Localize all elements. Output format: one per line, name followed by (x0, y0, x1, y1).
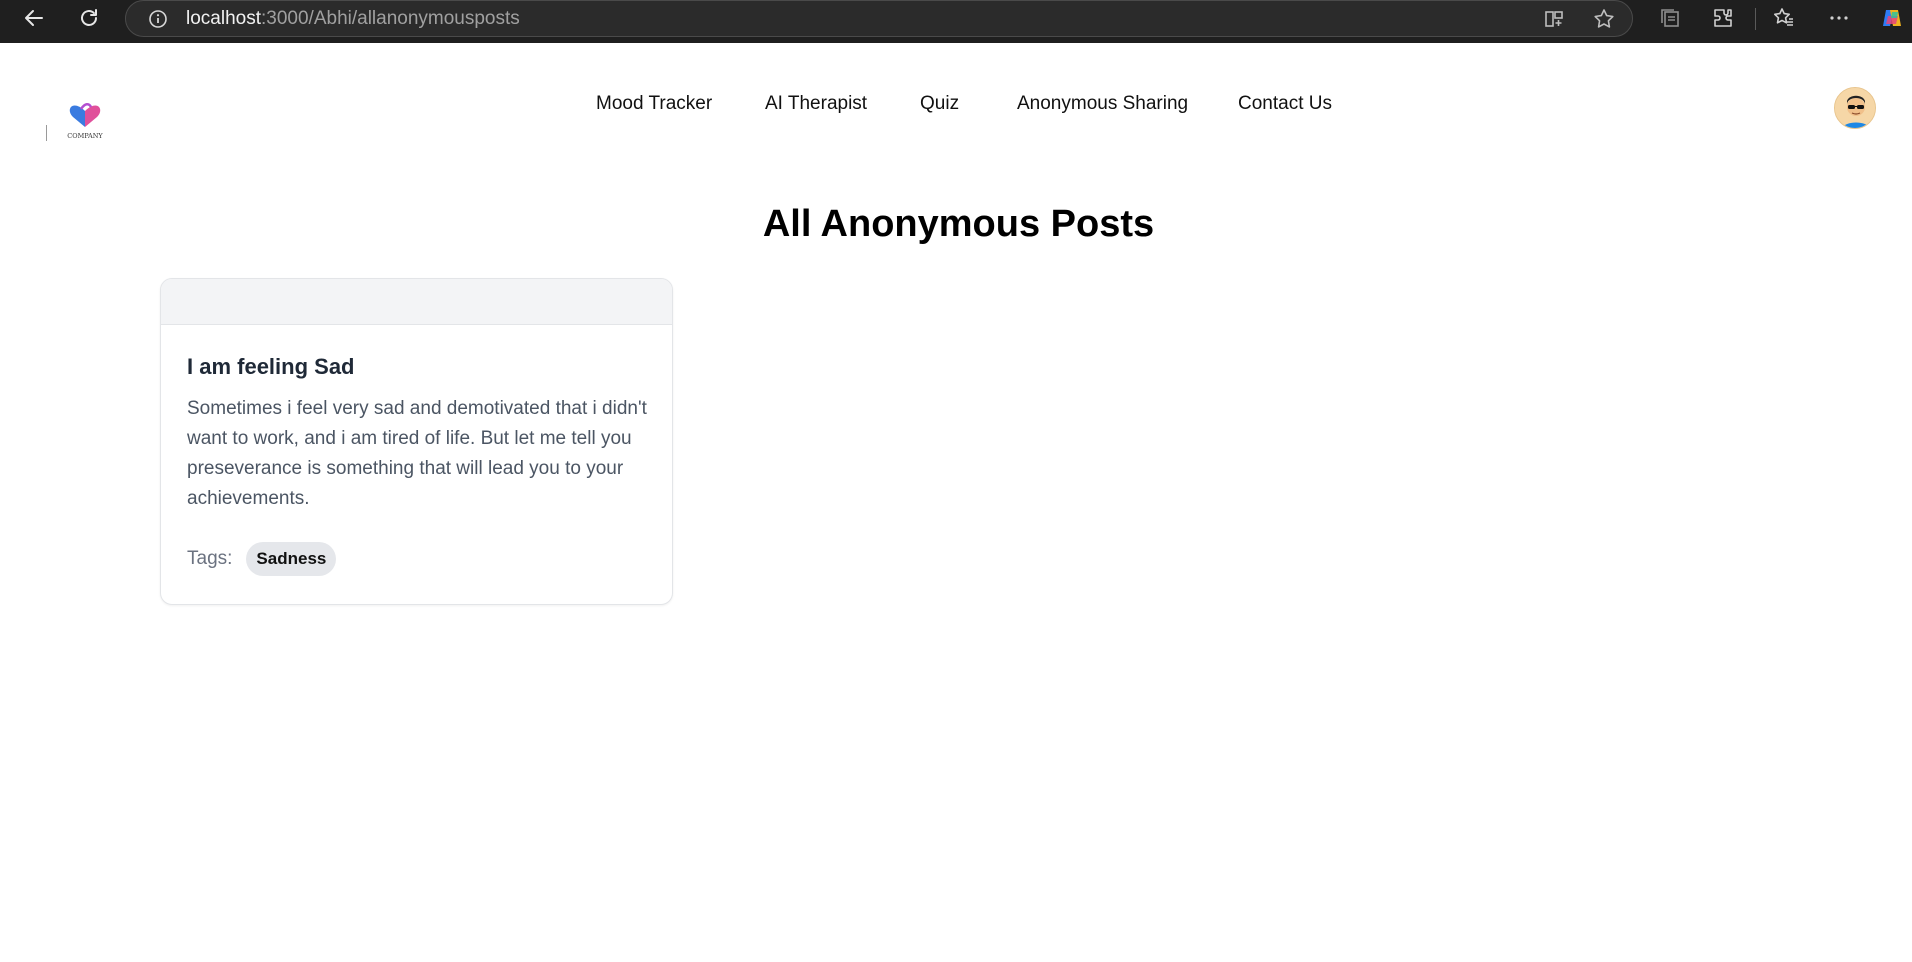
collections-button[interactable] (1654, 2, 1686, 34)
collections-icon (1661, 9, 1679, 27)
toolbar-divider (1755, 8, 1756, 30)
more-button[interactable] (1823, 2, 1855, 34)
copilot-icon (1883, 10, 1901, 26)
post-card[interactable]: I am feeling Sad Sometimes i feel very s… (160, 278, 673, 605)
info-icon[interactable] (148, 9, 168, 29)
url-host: localhost (186, 8, 261, 29)
web-page: COMPANY Mood Tracker AI Therapist Quiz A… (5, 43, 1912, 962)
post-tags: Tags: Sadness (187, 542, 337, 576)
nav-mood-tracker[interactable]: Mood Tracker (596, 93, 712, 115)
favorite-star-icon[interactable] (1592, 7, 1616, 31)
extensions-icon (1714, 9, 1732, 27)
nav-anonymous-sharing[interactable]: Anonymous Sharing (1017, 93, 1188, 115)
url-text[interactable]: localhost:3000/Abhi/allanonymousposts (186, 8, 520, 30)
nav-quiz[interactable]: Quiz (920, 93, 959, 115)
more-icon (1830, 16, 1848, 20)
extensions-button[interactable] (1707, 2, 1739, 34)
back-arrow-icon (25, 10, 43, 26)
back-button[interactable] (18, 2, 50, 34)
post-title: I am feeling Sad (187, 354, 355, 379)
card-header-strip (161, 279, 672, 325)
browser-toolbar: localhost:3000/Abhi/allanonymousposts (0, 0, 1912, 43)
favorites-icon (1774, 8, 1793, 26)
nav-ai-therapist[interactable]: AI Therapist (765, 93, 867, 115)
page-title: All Anonymous Posts (762, 203, 1155, 245)
tag-badge[interactable]: Sadness (246, 542, 337, 576)
user-avatar[interactable] (1834, 87, 1876, 129)
tags-label: Tags: (187, 548, 233, 569)
post-body: Sometimes i feel very sad and demotivate… (187, 398, 647, 509)
split-screen-icon[interactable] (1542, 7, 1566, 31)
refresh-icon (81, 9, 97, 26)
main-nav: Mood Tracker AI Therapist Quiz Anonymous… (5, 93, 1912, 123)
address-bar[interactable]: localhost:3000/Abhi/allanonymousposts (125, 0, 1633, 37)
favorites-button[interactable] (1768, 2, 1800, 34)
logo-text: COMPANY (67, 132, 103, 140)
refresh-button[interactable] (73, 2, 105, 34)
url-path: :3000/Abhi/allanonymousposts (261, 8, 520, 29)
avatar-icon (1835, 88, 1875, 128)
nav-contact-us[interactable]: Contact Us (1238, 93, 1332, 115)
copilot-button[interactable] (1876, 2, 1908, 34)
text-caret (46, 125, 47, 141)
